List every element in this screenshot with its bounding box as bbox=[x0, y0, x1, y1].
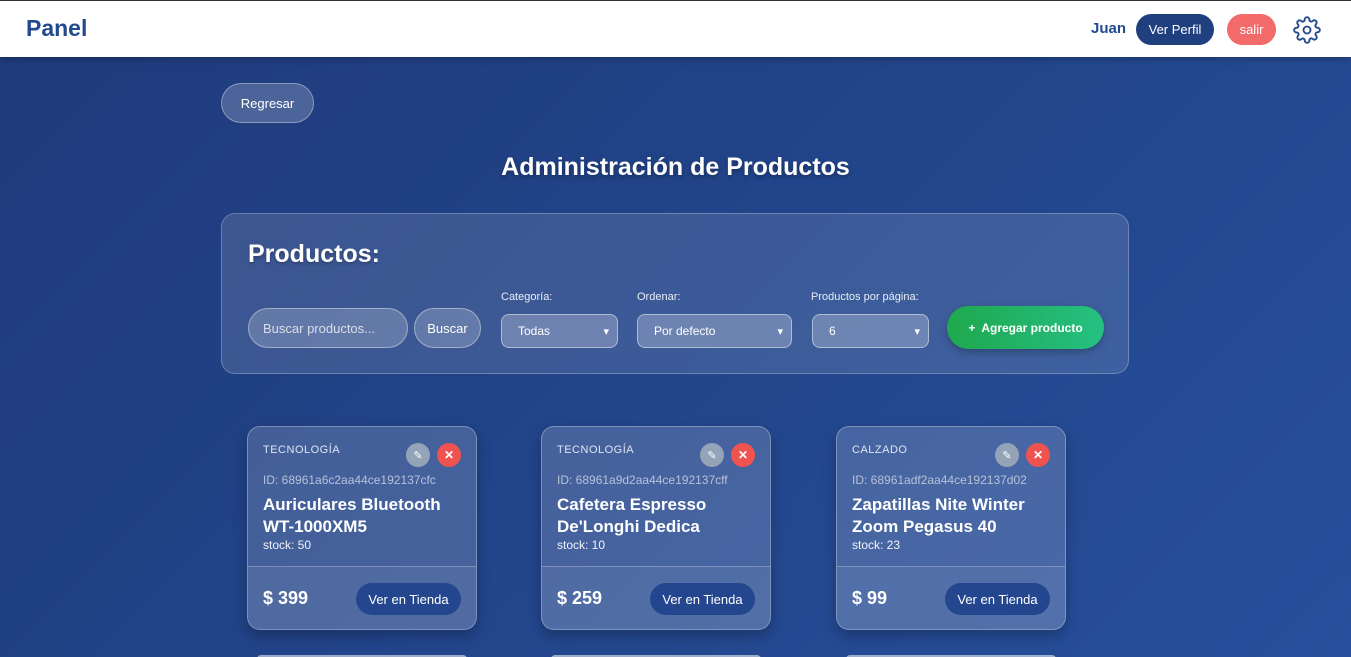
product-id: ID: 68961adf2aa44ce192137d02 bbox=[852, 473, 1027, 487]
view-in-store-button[interactable]: Ver en Tienda bbox=[945, 583, 1050, 615]
product-stock: stock: 23 bbox=[852, 538, 901, 552]
product-card: CALZADO ✎ ✕ ID: 68961adf2aa44ce192137d02… bbox=[836, 426, 1066, 630]
sort-select[interactable]: Por defecto ▾ bbox=[637, 314, 792, 348]
product-stock: stock: 10 bbox=[557, 538, 606, 552]
chevron-down-icon: ▾ bbox=[914, 325, 920, 338]
delete-icon[interactable]: ✕ bbox=[437, 443, 461, 467]
brand-logo[interactable]: Panel bbox=[26, 15, 87, 42]
add-product-label: Agregar producto bbox=[981, 320, 1083, 335]
view-in-store-button[interactable]: Ver en Tienda bbox=[650, 583, 755, 615]
per-page-select[interactable]: 6 ▾ bbox=[812, 314, 929, 348]
gear-icon[interactable] bbox=[1293, 16, 1321, 44]
sort-label: Ordenar: bbox=[637, 291, 681, 303]
logout-button[interactable]: salir bbox=[1227, 14, 1276, 45]
view-in-store-button[interactable]: Ver en Tienda bbox=[356, 583, 461, 615]
product-id: ID: 68961a9d2aa44ce192137cff bbox=[557, 473, 728, 487]
per-page-select-value: 6 bbox=[829, 324, 836, 338]
product-name: Auriculares Bluetooth WT-1000XM5 bbox=[263, 495, 441, 536]
product-id: ID: 68961a6c2aa44ce192137cfc bbox=[263, 473, 436, 487]
edit-icon[interactable]: ✎ bbox=[700, 443, 724, 467]
category-select[interactable]: Todas ▾ bbox=[501, 314, 618, 348]
page-title: Administración de Productos bbox=[501, 153, 850, 181]
product-card-footer: $ 259 Ver en Tienda bbox=[542, 566, 770, 629]
product-price: $ 259 bbox=[557, 588, 603, 608]
edit-icon[interactable]: ✎ bbox=[995, 443, 1019, 467]
plus-icon: + bbox=[968, 320, 976, 335]
per-page-label: Productos por página: bbox=[811, 291, 919, 303]
product-category: CALZADO bbox=[852, 444, 908, 456]
add-product-button[interactable]: + Agregar producto bbox=[947, 306, 1104, 349]
product-card-footer: $ 99 Ver en Tienda bbox=[837, 566, 1065, 629]
chevron-down-icon: ▾ bbox=[603, 325, 609, 338]
chevron-down-icon: ▾ bbox=[777, 325, 783, 338]
top-navbar: Panel Juan Ver Perfil salir bbox=[0, 0, 1351, 57]
product-price: $ 99 bbox=[852, 588, 888, 608]
view-profile-button[interactable]: Ver Perfil bbox=[1136, 14, 1214, 45]
product-category: TECNOLOGÍA bbox=[557, 444, 635, 456]
product-price: $ 399 bbox=[263, 588, 309, 608]
category-label: Categoría: bbox=[501, 291, 553, 303]
product-name: Cafetera Espresso De'Longhi Dedica bbox=[557, 495, 707, 536]
category-select-value: Todas bbox=[518, 324, 551, 338]
delete-icon[interactable]: ✕ bbox=[731, 443, 755, 467]
edit-icon[interactable]: ✎ bbox=[406, 443, 430, 467]
product-card-footer: $ 399 Ver en Tienda bbox=[248, 566, 476, 629]
delete-icon[interactable]: ✕ bbox=[1026, 443, 1050, 467]
product-card: TECNOLOGÍA ✎ ✕ ID: 68961a6c2aa44ce192137… bbox=[247, 426, 477, 630]
back-button[interactable]: Regresar bbox=[221, 83, 314, 123]
username-label: Juan bbox=[1091, 20, 1127, 37]
product-category: TECNOLOGÍA bbox=[263, 444, 341, 456]
product-name: Zapatillas Nite Winter Zoom Pegasus 40 bbox=[852, 495, 1025, 536]
sort-select-value: Por defecto bbox=[654, 324, 716, 338]
products-filter-panel: Productos: Buscar Categoría: Todas ▾ Ord… bbox=[221, 213, 1129, 374]
product-card: TECNOLOGÍA ✎ ✕ ID: 68961a9d2aa44ce192137… bbox=[541, 426, 771, 630]
search-input[interactable] bbox=[248, 308, 408, 348]
search-button[interactable]: Buscar bbox=[414, 308, 481, 348]
product-stock: stock: 50 bbox=[263, 538, 312, 552]
panel-title: Productos: bbox=[248, 240, 380, 268]
